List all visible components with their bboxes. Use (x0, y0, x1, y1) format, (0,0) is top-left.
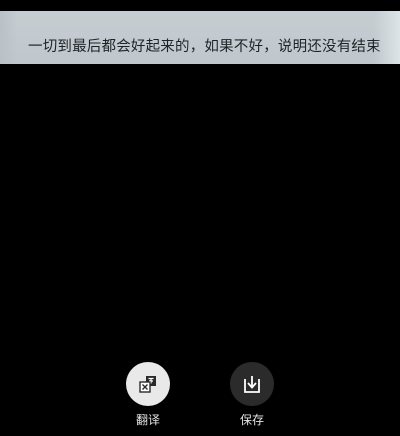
translate-button[interactable]: 翻译 (118, 362, 178, 432)
download-icon (242, 374, 262, 394)
image-viewer: 一切到最后都会好起来的，如果不好，说明还没有结束 翻译 保存 (0, 0, 400, 436)
action-bar: 翻译 保存 (0, 362, 400, 436)
translate-label: 翻译 (135, 413, 160, 427)
save-button-circle[interactable] (230, 362, 274, 406)
save-label: 保存 (239, 413, 264, 427)
translate-icon (138, 374, 158, 394)
save-button[interactable]: 保存 (222, 362, 282, 432)
photo-image: 一切到最后都会好起来的，如果不好，说明还没有结束 (0, 11, 400, 64)
photo-caption-text: 一切到最后都会好起来的，如果不好，说明还没有结束 (28, 39, 381, 55)
translate-button-circle[interactable] (126, 362, 170, 406)
